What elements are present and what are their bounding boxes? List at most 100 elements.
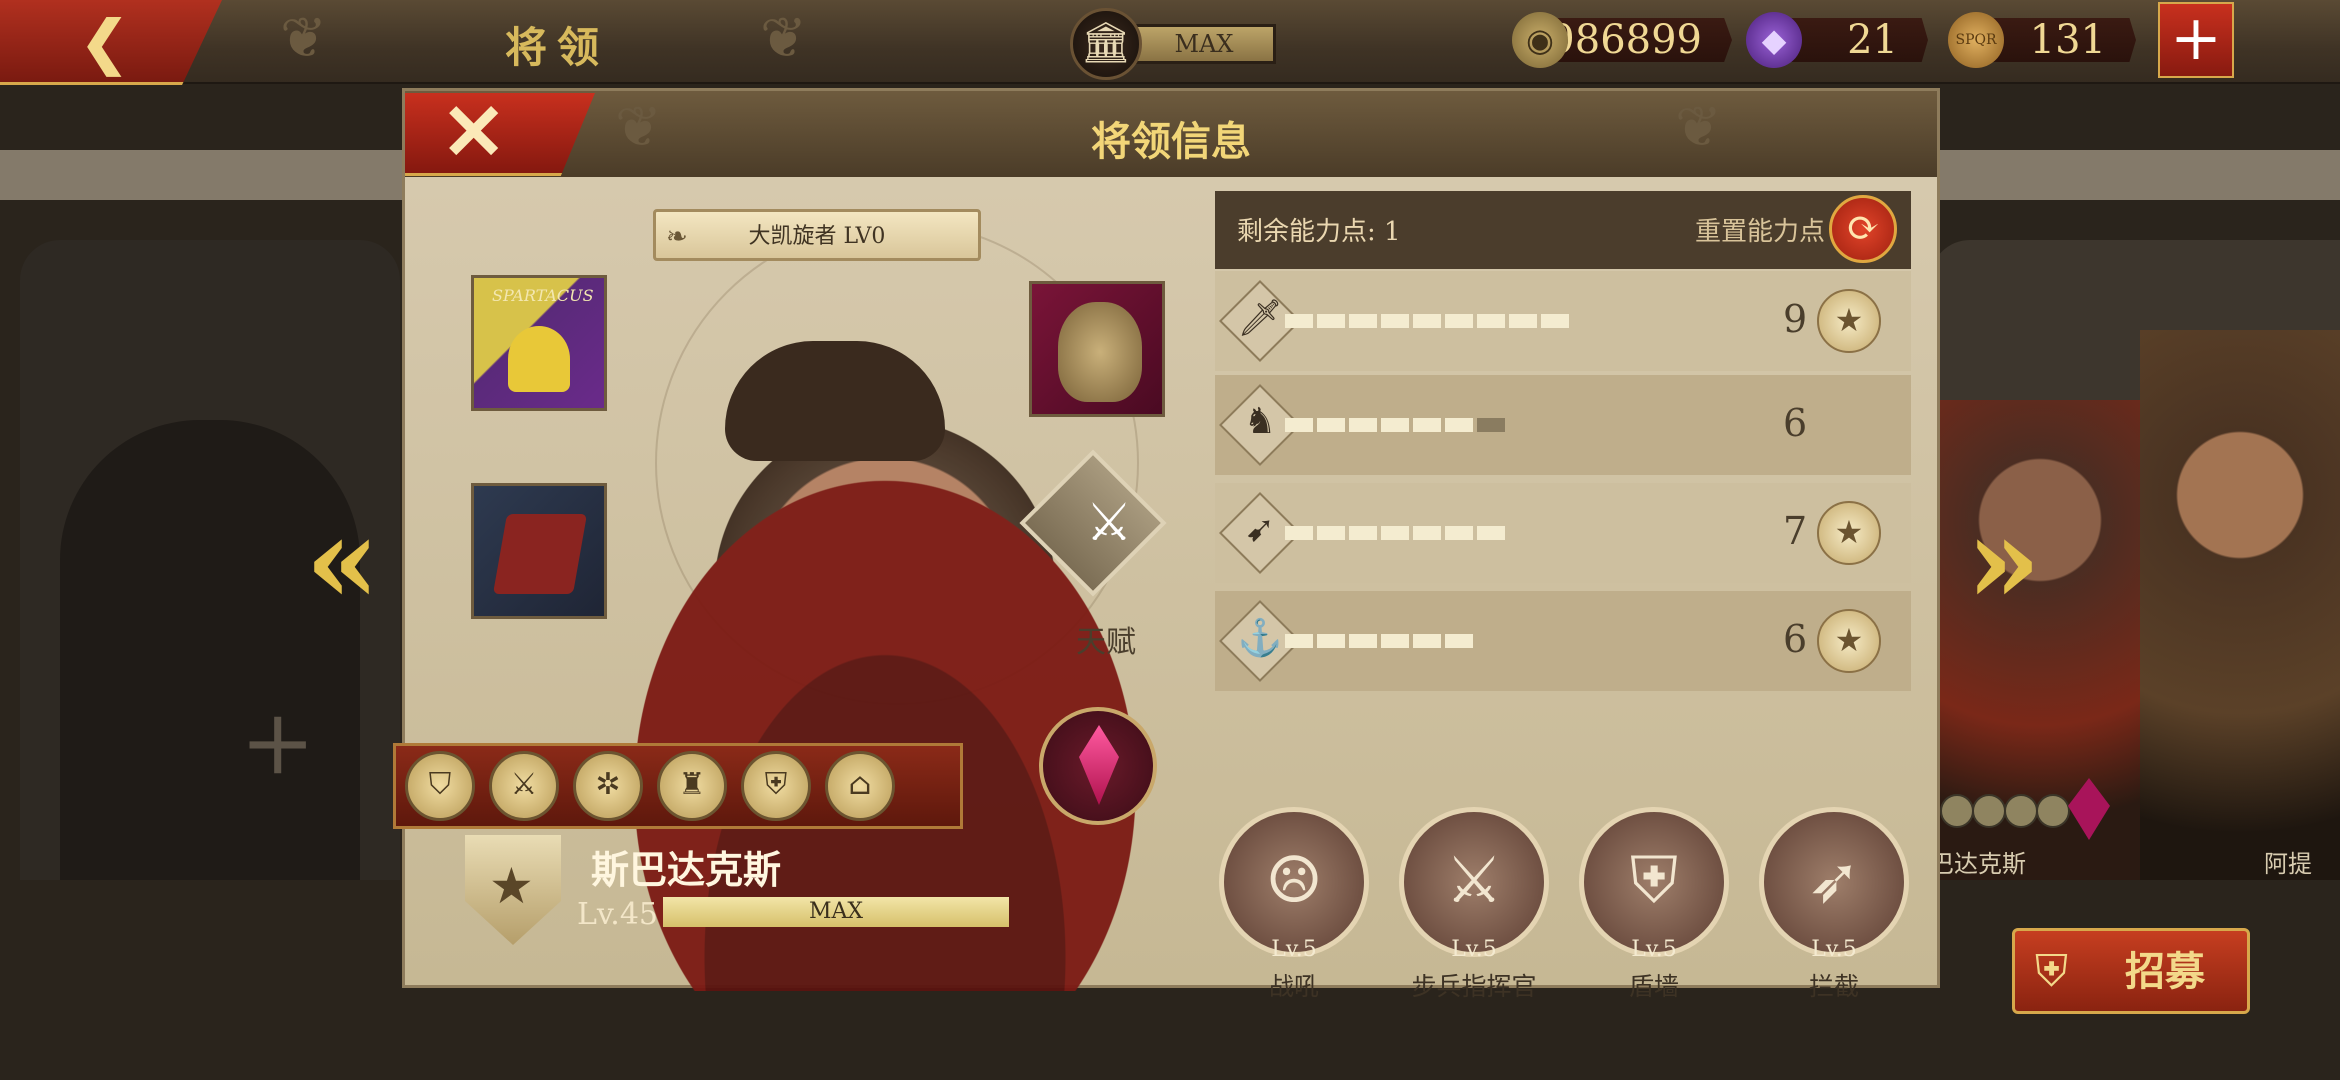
stat-bar-segment [1285, 526, 1313, 540]
equip-helmet-slot[interactable] [1029, 281, 1165, 417]
helmet-plus-icon: ⛨ [2035, 946, 2068, 997]
close-icon: ✕ [441, 87, 507, 178]
skill-name: 拦截 [1808, 972, 1859, 1001]
banner-emblem-icon [508, 326, 570, 392]
hero-silhouette [60, 420, 360, 880]
shield-badge-icon[interactable]: ⛉ [405, 751, 475, 821]
equip-banner-slot[interactable]: SPARTACUS [471, 275, 607, 411]
stat-bar-segment [1349, 314, 1377, 328]
ruby-gem-button[interactable] [1039, 707, 1157, 825]
armor-badge-icon[interactable]: ⛨ [741, 751, 811, 821]
ruby-icon [1079, 725, 1119, 805]
skill-name: 战吼 [1268, 972, 1319, 1001]
stat-bar-segment [1445, 634, 1473, 648]
coin-icon: ◉ [1512, 12, 1568, 68]
equip-codex-slot[interactable] [471, 483, 607, 619]
stat-value: 6 [1783, 617, 1808, 661]
skill-name: 步兵指挥官 [1411, 972, 1537, 1001]
stat-bar-segment [1349, 634, 1377, 648]
remaining-points-label: 剩余能力点: 1 [1237, 217, 1401, 247]
hero-level: Lv.45 [577, 897, 659, 932]
shield-wall-icon[interactable]: ⛨ [1579, 807, 1729, 957]
stat-bar-segment [1413, 314, 1441, 328]
skill-name: 盾墙 [1628, 972, 1679, 1001]
hero-name: 斯巴达克斯 [591, 847, 782, 892]
intercept-icon[interactable]: ➶ [1759, 807, 1909, 957]
stat-bar-segment [1413, 634, 1441, 648]
stat-bar-segment [1477, 418, 1505, 432]
add-hero-plus-icon[interactable]: + [240, 690, 315, 795]
codex-icon [492, 514, 588, 594]
stat-bar-segment [1509, 314, 1537, 328]
back-arrow-icon: ❮ [80, 8, 129, 76]
stat-bar-segment [1413, 526, 1441, 540]
skill-level: Lv.5 [1811, 937, 1857, 962]
skill-level: Lv.5 [1271, 937, 1317, 962]
reset-points-label: 重置能力点 [1695, 217, 1826, 247]
crossed-swords-icon[interactable]: ⚔ [1399, 807, 1549, 957]
mini-badge-icon [1940, 794, 1974, 828]
rank-star-badge-icon[interactable]: ★ [1817, 289, 1881, 353]
plus-icon: + [2170, 1, 2222, 74]
helmet-icon [1058, 302, 1142, 402]
hero-name-next: 巴达克斯 [1930, 850, 2026, 878]
hero-portrait-next [2140, 330, 2340, 880]
recruit-button[interactable]: ⛨ 招募 [2012, 928, 2250, 1014]
hero-exp-bar: MAX [663, 897, 1009, 927]
stat-bar-segment [1381, 314, 1409, 328]
hero-name-next-2: 阿提 [2264, 850, 2312, 878]
triumph-rank-badge[interactable]: ❧ 大凯旋者 LV0 [653, 209, 981, 261]
stat-bar-segment [1317, 314, 1345, 328]
stat-value: 7 [1783, 509, 1808, 553]
reset-points-button[interactable]: ⟳ [1829, 195, 1897, 263]
banner-text: SPARTACUS [492, 286, 594, 305]
stat-bar-segment [1349, 418, 1377, 432]
wheel-badge-icon[interactable]: ✲ [573, 751, 643, 821]
laurel-left-icon: ❦ [280, 6, 327, 71]
temple-badge-icon[interactable]: ⌂ [825, 751, 895, 821]
bank-level-bar: MAX [1132, 24, 1276, 64]
stat-bar-segment [1445, 418, 1473, 432]
war-cry-icon[interactable]: ☹ [1219, 807, 1369, 957]
screen-title: 将领 [505, 23, 610, 72]
rank-star-badge-icon[interactable]: ★ [1817, 609, 1881, 673]
laurel-icon: ❧ [666, 222, 688, 252]
next-hero-arrow-icon[interactable]: » [1966, 490, 2041, 631]
laurel-right-icon: ❦ [1675, 95, 1722, 160]
stat-bar-segment [1317, 634, 1345, 648]
prev-hero-arrow-icon[interactable]: « [305, 490, 380, 631]
stat-value: 9 [1783, 297, 1808, 341]
stat-bar-segment [1349, 526, 1377, 540]
stat-bar-segment [1445, 526, 1473, 540]
stat-bar-segment [1541, 314, 1569, 328]
spqr-eagle-icon: SPQR [1948, 12, 2004, 68]
stat-bar-segment [1285, 418, 1313, 432]
stat-bar-segment [1317, 418, 1345, 432]
mini-badge-icon [2036, 794, 2070, 828]
triumph-rank-label: 大凯旋者 LV0 [748, 224, 886, 249]
stat-bar-segment [1477, 314, 1505, 328]
stat-bar-segment [1445, 314, 1473, 328]
stat-bar-segment [1413, 418, 1441, 432]
helmet-swords-icon: ⚔ [1085, 493, 1133, 553]
gem-icon: ◆ [1746, 12, 1802, 68]
laurel-right-icon: ❦ [760, 6, 807, 71]
eagle-badge-icon[interactable]: ♜ [657, 751, 727, 821]
stat-bar-segment [1477, 526, 1505, 540]
stat-bar-segment [1285, 634, 1313, 648]
skill-level: Lv.5 [1631, 937, 1677, 962]
star-icon: ★ [489, 857, 534, 915]
stat-value: 6 [1783, 401, 1808, 445]
stat-bar-segment [1381, 418, 1409, 432]
recruit-label: 招募 [2125, 948, 2205, 995]
rank-star-badge-icon[interactable]: ★ [1817, 501, 1881, 565]
infantry-badge-icon[interactable]: ⚔ [489, 751, 559, 821]
stat-bar-segment [1381, 526, 1409, 540]
add-resource-button[interactable]: + [2158, 2, 2234, 78]
bank-building-icon[interactable]: 🏛 [1070, 8, 1142, 80]
mini-badge-icon [2004, 794, 2038, 828]
refresh-icon: ⟳ [1846, 205, 1880, 251]
skill-level: Lv.5 [1451, 937, 1497, 962]
hero-info-modal: ❦ 将领信息 ❦ ✕ ❧ 大凯旋者 LV0 SPARTACUS ⚔ 天赋 ⛉ ⚔… [393, 87, 1940, 1001]
stat-bar-segment [1317, 526, 1345, 540]
